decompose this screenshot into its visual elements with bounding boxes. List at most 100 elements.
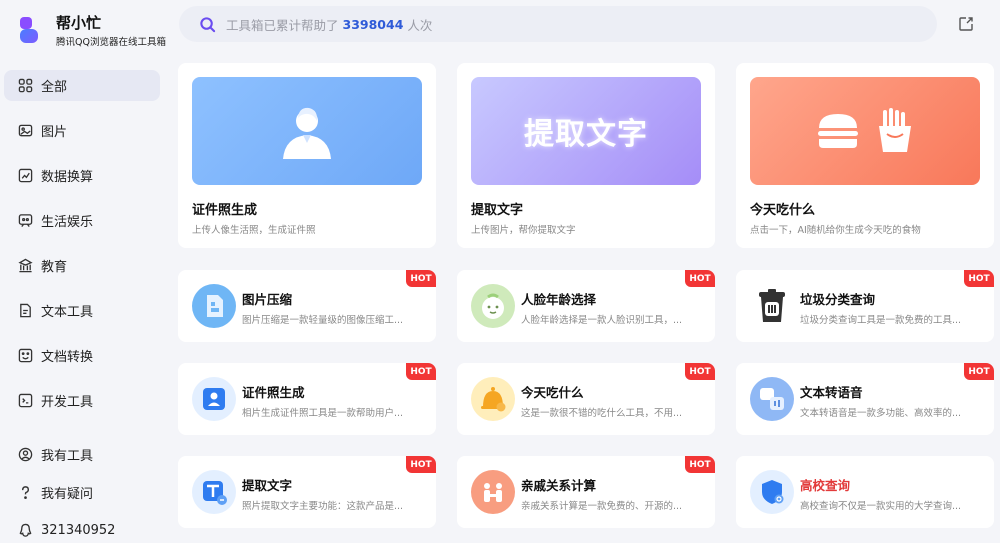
baby-face-icon	[471, 284, 515, 328]
image-compress-icon	[192, 284, 236, 328]
tool-title: 文本转语音	[800, 385, 863, 400]
user-icon	[18, 447, 33, 462]
nav-label: 教育	[41, 260, 68, 275]
nav-label: 文档转换	[41, 350, 94, 365]
bell-icon	[471, 377, 515, 421]
person-icon	[283, 107, 331, 159]
search-prefix: 工具箱已累计帮助了	[226, 17, 339, 33]
nav-item-document[interactable]: 文档转换	[4, 340, 160, 371]
fries-icon	[879, 108, 911, 152]
banner-text: 提取文字	[524, 117, 648, 152]
tool-desc: 文本转语音是一款多功能、高效率的...	[800, 408, 962, 419]
search-count: 3398044	[342, 16, 404, 32]
tool-title: 今天吃什么	[521, 385, 584, 400]
feature-desc: 上传人像生活照，生成证件照	[192, 225, 316, 236]
tool-title: 亲戚关系计算	[521, 478, 597, 493]
feature-desc: 上传图片，帮你提取文字	[471, 225, 576, 236]
nav-label: 321340952	[41, 523, 116, 538]
brand-subtitle: 腾讯QQ浏览器在线工具箱	[56, 37, 166, 48]
tool-card-what-to-eat[interactable]: 今天吃什么 这是一款很不错的吃什么工具，不用... HOT	[457, 363, 715, 435]
tool-title: 人脸年龄选择	[521, 292, 597, 307]
burger-icon	[818, 114, 858, 148]
trash-can-icon	[750, 284, 794, 328]
chart-icon	[18, 168, 33, 183]
nav-label: 开发工具	[41, 395, 94, 410]
nav-item-data[interactable]: 数据换算	[4, 160, 160, 191]
nav-item-question[interactable]: 我有疑问	[4, 477, 160, 508]
id-photo-icon	[192, 377, 236, 421]
hot-badge: HOT	[685, 456, 715, 473]
text-extract-icon	[192, 470, 236, 514]
tool-title: 提取文字	[242, 478, 293, 493]
tool-card-relative-calc[interactable]: 亲戚关系计算 亲戚关系计算是一款免费的、开源的... HOT	[457, 456, 715, 528]
feature-title: 提取文字	[471, 203, 524, 218]
nav-item-image[interactable]: 图片	[4, 115, 160, 146]
nav-label: 生活娱乐	[41, 215, 94, 230]
hot-badge: HOT	[406, 363, 436, 380]
nav-item-education[interactable]: 教育	[4, 250, 160, 281]
entertainment-icon	[18, 213, 33, 228]
hot-badge: HOT	[964, 270, 994, 287]
tool-card-college-search[interactable]: 高校查询 高校查询不仅是一款实用的大学查询...	[736, 456, 994, 528]
image-icon	[18, 123, 33, 138]
nav-label: 文本工具	[41, 305, 94, 320]
nav-label: 全部	[41, 80, 68, 95]
tool-desc: 这是一款很不错的吃什么工具，不用...	[521, 408, 683, 419]
speech-icon	[750, 377, 794, 421]
nav-bottom: 我有工具 我有疑问 321340952	[4, 439, 160, 543]
share-icon	[959, 17, 973, 31]
search-suffix: 人次	[407, 17, 433, 33]
search-bar[interactable]: 工具箱已累计帮助了 3398044 人次	[179, 6, 937, 42]
document-icon	[18, 348, 33, 363]
nav-item-all[interactable]: 全部	[4, 70, 160, 101]
tool-desc: 人脸年龄选择是一款人脸识别工具，...	[521, 315, 683, 326]
hot-badge: HOT	[406, 270, 436, 287]
tool-card-image-compress[interactable]: 图片压缩 图片压缩是一款轻量级的图像压缩工... HOT	[178, 270, 436, 342]
college-shield-icon	[750, 470, 794, 514]
tool-desc: 图片压缩是一款轻量级的图像压缩工...	[242, 315, 404, 326]
question-icon	[18, 485, 33, 500]
brand-name: 帮小忙	[56, 14, 102, 32]
hot-badge: HOT	[685, 270, 715, 287]
feature-banner: 提取文字	[471, 77, 701, 185]
tool-card-id-photo[interactable]: 证件照生成 相片生成证件照工具是一款帮助用户... HOT	[178, 363, 436, 435]
tool-desc: 垃圾分类查询工具是一款免费的工具...	[800, 315, 962, 326]
feature-banner	[750, 77, 980, 185]
tool-card-trash-sort[interactable]: 垃圾分类查询 垃圾分类查询工具是一款免费的工具... HOT	[736, 270, 994, 342]
code-icon	[18, 393, 33, 408]
feature-title: 证件照生成	[192, 203, 258, 218]
nav-label: 我有工具	[41, 449, 94, 464]
featured-card-what-to-eat[interactable]: 今天吃什么 点击一下，AI随机给你生成今天吃的食物	[736, 63, 994, 248]
nav-item-qq[interactable]: 321340952	[4, 515, 160, 543]
hot-badge: HOT	[406, 456, 436, 473]
feature-title: 今天吃什么	[750, 203, 816, 218]
nav-item-entertainment[interactable]: 生活娱乐	[4, 205, 160, 236]
feature-banner	[192, 77, 422, 185]
nav-label: 数据换算	[41, 170, 94, 185]
education-icon	[18, 258, 33, 273]
brand[interactable]: 帮小忙 腾讯QQ浏览器在线工具箱	[18, 13, 166, 48]
featured-card-id-photo[interactable]: 证件照生成 上传人像生活照，生成证件照	[178, 63, 436, 248]
feature-desc: 点击一下，AI随机给你生成今天吃的食物	[750, 225, 921, 236]
relatives-icon	[471, 470, 515, 514]
search-icon	[200, 16, 216, 32]
featured-card-extract-text[interactable]: 提取文字 提取文字 上传图片，帮你提取文字	[457, 63, 715, 248]
share-button[interactable]	[952, 10, 980, 38]
nav-item-my-tools[interactable]: 我有工具	[4, 439, 160, 470]
tool-desc: 照片提取文字主要功能：这款产品是...	[242, 501, 404, 512]
tool-card-extract-text[interactable]: 提取文字 照片提取文字主要功能：这款产品是... HOT	[178, 456, 436, 528]
nav-item-text[interactable]: 文本工具	[4, 295, 160, 326]
tool-card-text-to-speech[interactable]: 文本转语音 文本转语音是一款多功能、高效率的... HOT	[736, 363, 994, 435]
nav-item-dev[interactable]: 开发工具	[4, 385, 160, 416]
grid-icon	[18, 78, 33, 93]
sidebar: 帮小忙 腾讯QQ浏览器在线工具箱 全部 图片 数据换算 生活娱乐 教育 文本工具	[0, 0, 168, 543]
nav-menu: 全部 图片 数据换算 生活娱乐 教育 文本工具 文档转换 开发工具	[4, 70, 160, 430]
tool-desc: 高校查询不仅是一款实用的大学查询...	[800, 501, 962, 512]
qq-icon	[18, 523, 33, 538]
tool-card-face-age[interactable]: 人脸年龄选择 人脸年龄选择是一款人脸识别工具，... HOT	[457, 270, 715, 342]
tool-title: 垃圾分类查询	[800, 292, 876, 307]
tool-title: 图片压缩	[242, 292, 293, 307]
tool-desc: 相片生成证件照工具是一款帮助用户...	[242, 408, 404, 419]
hot-badge: HOT	[685, 363, 715, 380]
tool-title: 高校查询	[800, 478, 851, 493]
